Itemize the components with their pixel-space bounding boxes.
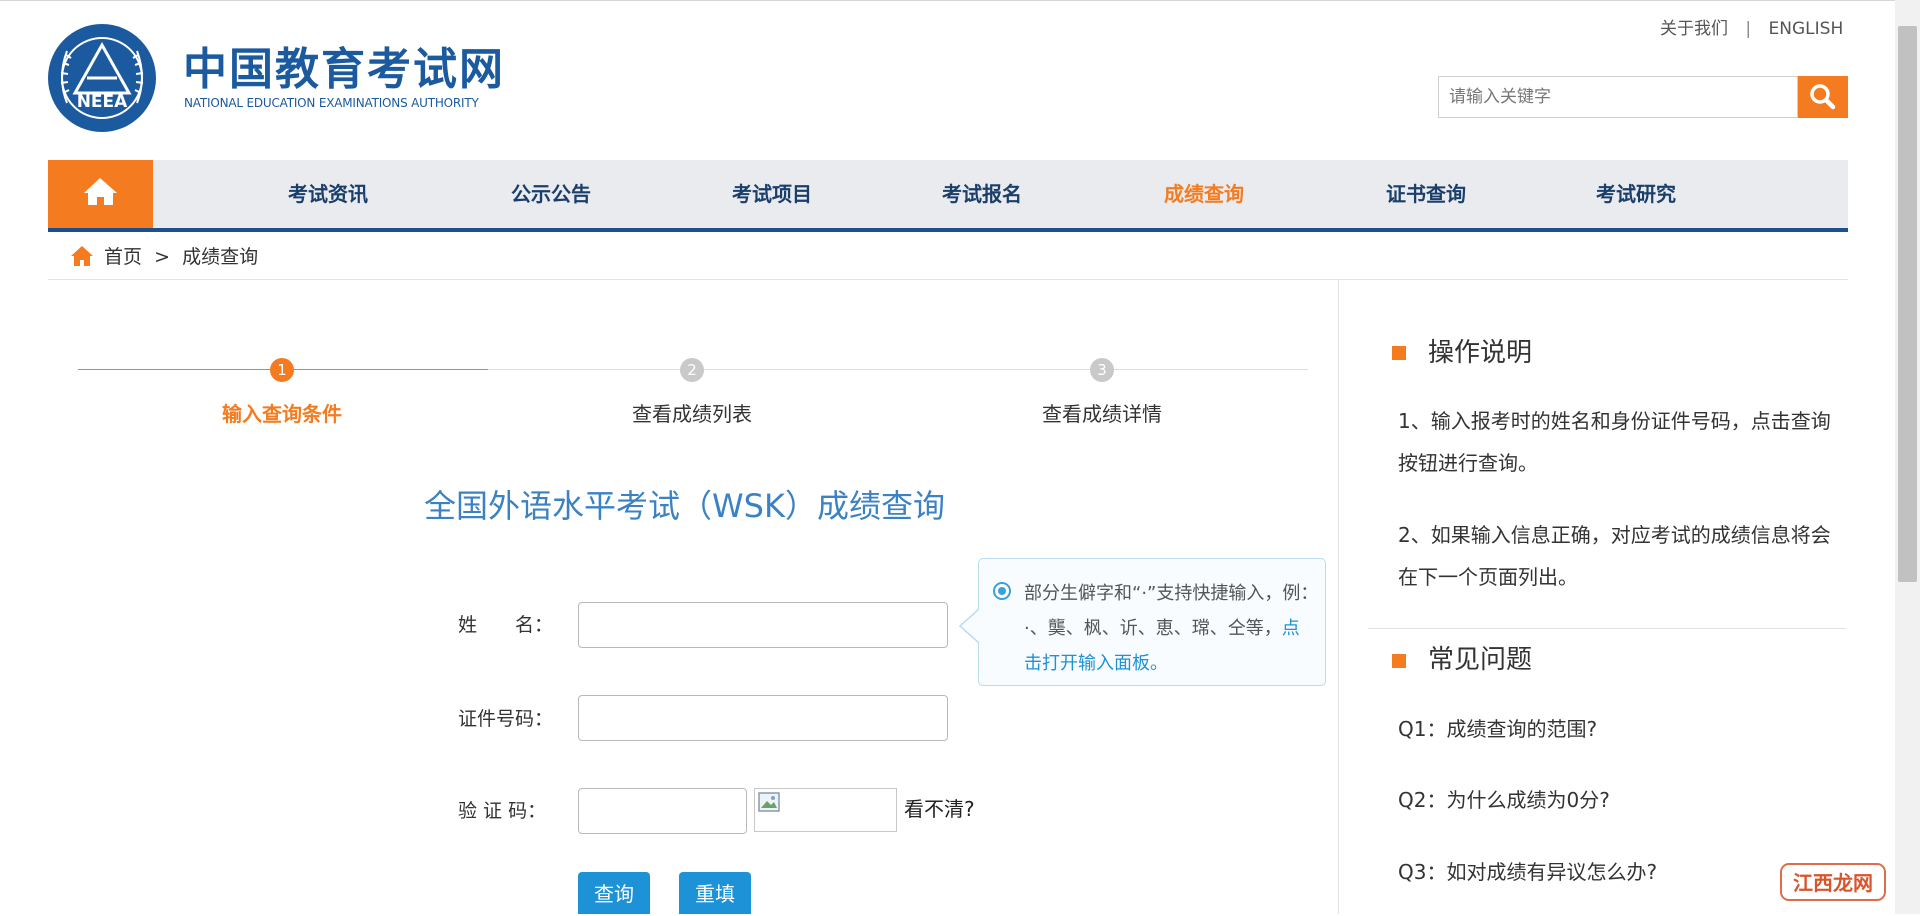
step-2-dot: 2 [680, 358, 704, 382]
sidebar-divider [1368, 628, 1846, 629]
top-rule [0, 0, 1920, 1]
english-link[interactable]: ENGLISH [1769, 19, 1844, 39]
instruction-1: 1、输入报考时的姓名和身份证件号码，点击查询按钮进行查询。 [1398, 409, 1831, 475]
search-input[interactable] [1439, 77, 1797, 117]
column-divider [1338, 280, 1339, 914]
scrollbar-thumb[interactable] [1898, 26, 1917, 582]
site-title[interactable]: 中国教育考试网 [183, 45, 505, 95]
watermark-text: 江西龙网 [1793, 871, 1873, 895]
step-line-pending [488, 369, 1308, 370]
name-label: 姓 名： [458, 614, 554, 636]
neea-logo[interactable]: NEEA [47, 23, 157, 133]
hint-radio-icon [993, 582, 1011, 600]
nav-item-exams[interactable]: 考试项目 [732, 160, 812, 228]
logo-text: NEEA [77, 92, 128, 112]
nav-item-certificates[interactable]: 证书查询 [1386, 160, 1466, 228]
nav-item-notices[interactable]: 公示公告 [511, 160, 591, 228]
nav-item-research[interactable]: 考试研究 [1596, 160, 1676, 228]
watermark-logo: 江西龙网 [1780, 860, 1886, 904]
broken-image-icon [758, 792, 780, 812]
captcha-image[interactable] [754, 788, 897, 832]
faq-item-2[interactable]: Q2：为什么成绩为0分? [1398, 786, 1610, 814]
captcha-input[interactable] [578, 788, 747, 834]
nav-item-news[interactable]: 考试资讯 [288, 160, 368, 228]
instructions-title: 操作说明 [1428, 338, 1533, 368]
faq-bullet [1392, 654, 1406, 668]
name-input[interactable] [578, 602, 948, 648]
breadcrumb-home[interactable]: 首页 [104, 246, 142, 268]
search-button[interactable] [1798, 76, 1848, 118]
site-subtitle: NATIONAL EDUCATION EXAMINATIONS AUTHORIT… [184, 96, 479, 110]
faq-item-3[interactable]: Q3：如对成绩有异议怎么办? [1398, 858, 1657, 886]
form-title: 全国外语水平考试（WSK）成绩查询 [424, 487, 945, 525]
submit-button[interactable]: 查询 [578, 872, 650, 914]
home-crumb-icon [71, 246, 93, 266]
breadcrumb-separator: > [154, 246, 171, 268]
step-1-dot: 1 [270, 358, 294, 382]
nav-item-registration[interactable]: 考试报名 [942, 160, 1022, 228]
step-1-label: 输入查询条件 [222, 402, 342, 426]
breadcrumb-divider [48, 279, 1848, 280]
step-3-label: 查看成绩详情 [1042, 402, 1162, 426]
instructions-bullet [1392, 346, 1406, 360]
reset-button[interactable]: 重填 [679, 872, 751, 914]
id-number-label: 证件号码： [458, 708, 554, 730]
tooltip-message: 部分生僻字和“·”支持快捷输入，例：·、龑、枫、䜣、恵、瑺、仝等， [1024, 583, 1310, 639]
search-box [1438, 76, 1798, 118]
instruction-2: 2、如果输入信息正确，对应考试的成绩信息将会在下一个页面列出。 [1398, 523, 1831, 589]
step-2-label: 查看成绩列表 [632, 402, 752, 426]
captcha-label: 验 证 码： [458, 800, 547, 822]
step-3-dot: 3 [1090, 358, 1114, 382]
breadcrumb-current: 成绩查询 [182, 246, 259, 268]
faq-title: 常见问题 [1428, 645, 1533, 675]
tooltip-text: 部分生僻字和“·”支持快捷输入，例：·、龑、枫、䜣、恵、瑺、仝等，点击打开输入面… [1024, 576, 1314, 681]
link-separator: | [1745, 19, 1752, 39]
tooltip-arrow [958, 608, 980, 644]
id-number-input[interactable] [578, 695, 948, 741]
top-links: 关于我们 | ENGLISH [1660, 18, 1843, 40]
home-icon [84, 178, 117, 205]
faq-item-1[interactable]: Q1：成绩查询的范围? [1398, 715, 1597, 743]
nav-home-button[interactable] [48, 160, 153, 228]
about-link[interactable]: 关于我们 [1660, 19, 1728, 39]
breadcrumb: 首页 > 成绩查询 [70, 244, 258, 270]
nav-item-scores[interactable]: 成绩查询 [1164, 160, 1244, 228]
captcha-refresh-link[interactable]: 看不清? [904, 795, 975, 823]
search-icon [1810, 84, 1836, 110]
